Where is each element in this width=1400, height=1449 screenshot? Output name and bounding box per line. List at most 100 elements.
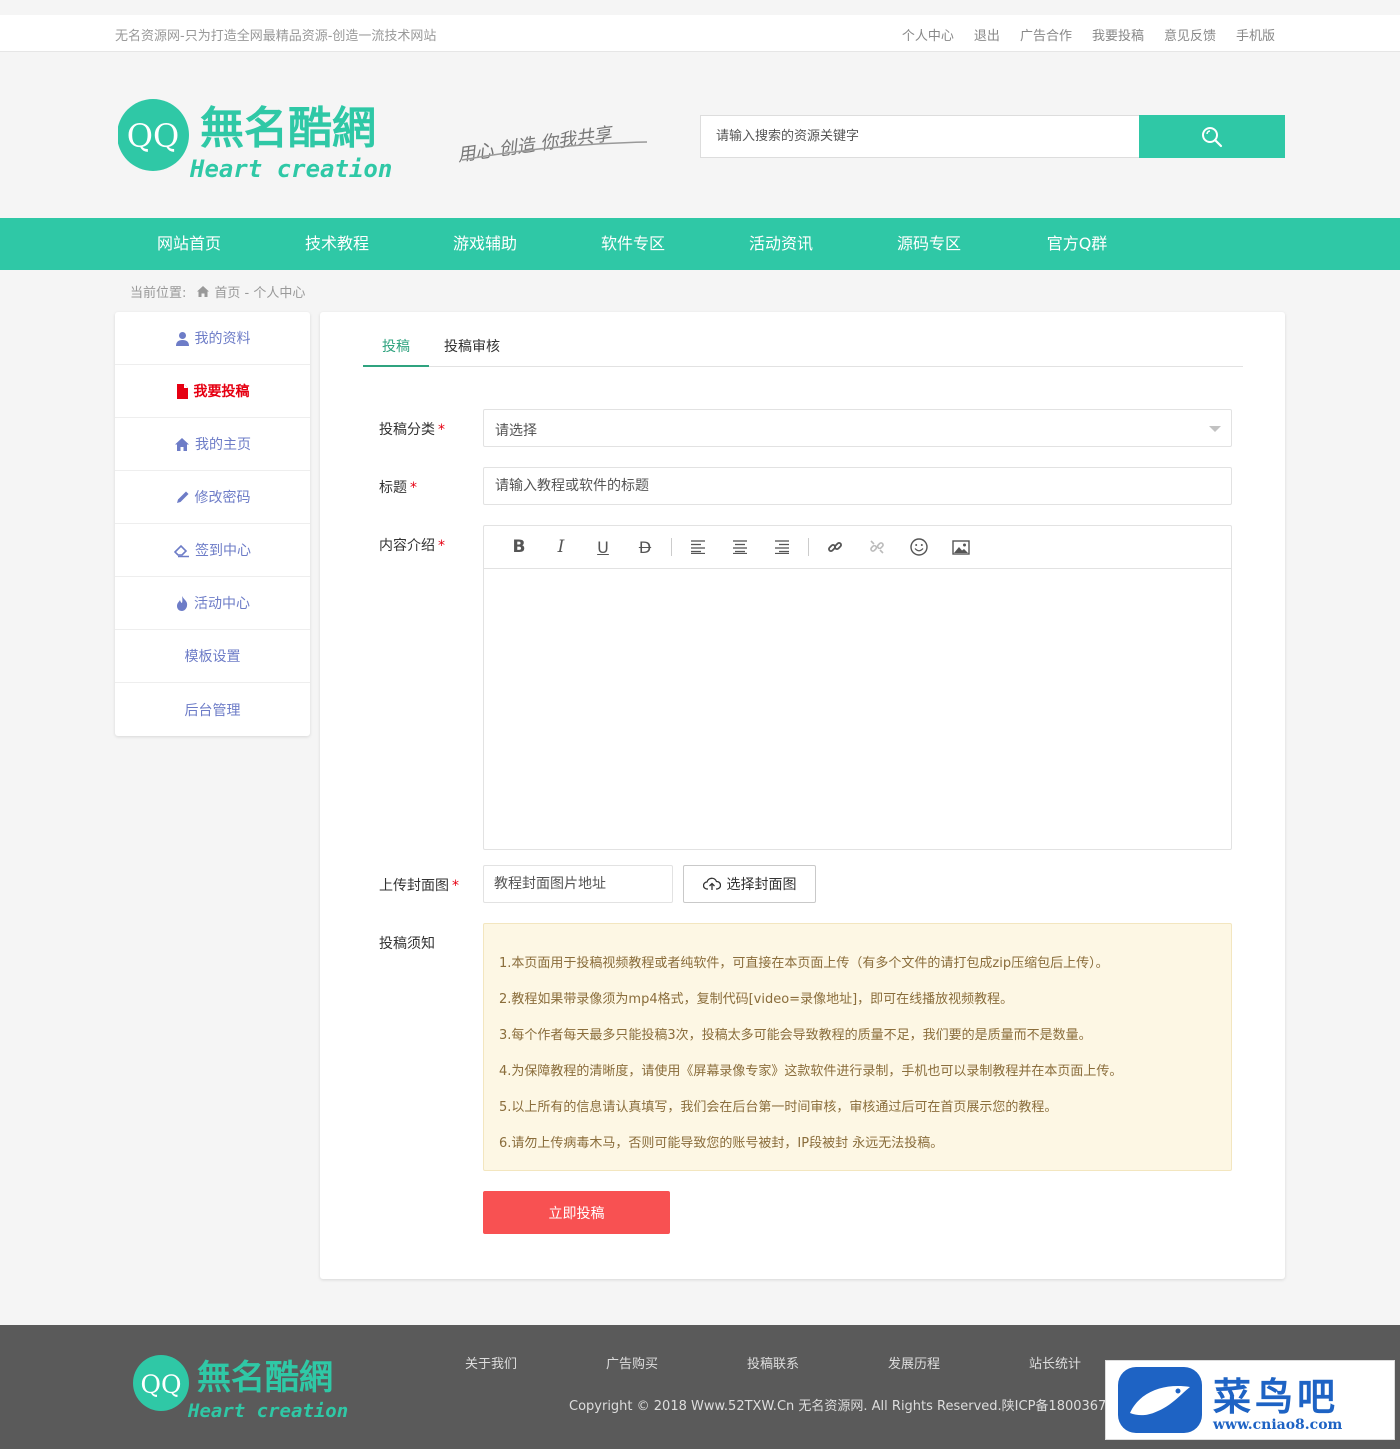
- bold-icon[interactable]: B: [498, 526, 540, 569]
- chevron-down-icon: [1209, 426, 1221, 432]
- notice-line: 3.每个作者每天最多只能投稿3次，投稿太多可能会导致教程的质量不足，我们要的是质…: [499, 1028, 1092, 1043]
- sidebar-item-label: 模板设置: [184, 649, 241, 665]
- footer-logo[interactable]: QQ 無名酷網 Heart creation: [133, 1353, 358, 1423]
- nav-qq-group[interactable]: 官方Q群: [1003, 218, 1151, 270]
- watermark-url: www.cniao8.com: [1213, 1417, 1343, 1433]
- top-link-ads[interactable]: 广告合作: [1020, 25, 1072, 44]
- breadcrumb: 当前位置: 首页 - 个人中心: [130, 282, 305, 301]
- file-icon: [176, 383, 188, 399]
- tab-review[interactable]: 投稿审核: [429, 328, 515, 367]
- top-link-mobile[interactable]: 手机版: [1236, 25, 1275, 44]
- content-label: 内容介绍 *: [379, 538, 445, 554]
- align-center-icon[interactable]: [719, 526, 761, 569]
- submit-button[interactable]: 立即投稿: [483, 1191, 670, 1234]
- notice-label: 投稿须知: [379, 936, 435, 952]
- footer-links: 关于我们 广告购买 投稿联系 发展历程 站长统计: [465, 1353, 1170, 1372]
- underline-icon[interactable]: U: [582, 526, 624, 569]
- breadcrumb-path[interactable]: 首页 - 个人中心: [214, 282, 305, 301]
- unlink-icon[interactable]: [856, 526, 898, 569]
- notice-line: 6.请勿上传病毒木马，否则可能导致您的账号被封，IP段被封 永远无法投稿。: [499, 1136, 944, 1151]
- tagline-art: 用心 创造 你我共享: [456, 123, 648, 166]
- footer-logo-subtitle: Heart creation: [187, 1400, 348, 1422]
- notice-line: 5.以上所有的信息请认真填写，我们会在后台第一时间审核，审核通过后可在首页展示您…: [499, 1100, 1058, 1115]
- notice-line: 4.为保障教程的清晰度，请使用《屏幕录像专家》这款软件进行录制，手机也可以录制教…: [499, 1064, 1123, 1079]
- strikethrough-icon[interactable]: D: [624, 526, 666, 569]
- site-slogan: 无名资源网-只为打造全网最精品资源-创造一流技术网站: [115, 29, 437, 44]
- top-link-user-center[interactable]: 个人中心: [902, 25, 954, 44]
- title-input[interactable]: [483, 467, 1232, 505]
- search-bar: [700, 115, 1285, 158]
- logo-title: 無名酷網: [200, 103, 376, 154]
- editor-content-area[interactable]: [484, 570, 1231, 849]
- footer-link-ads[interactable]: 广告购买: [606, 1353, 747, 1372]
- sidebar-item-homepage[interactable]: 我的主页: [115, 418, 310, 471]
- emoji-icon[interactable]: [898, 526, 940, 569]
- sidebar-item-label: 后台管理: [184, 702, 241, 719]
- fire-icon: [177, 595, 188, 611]
- nav-game-tools[interactable]: 游戏辅助: [411, 218, 559, 270]
- footer-link-contact[interactable]: 投稿联系: [747, 1353, 888, 1372]
- title-label: 标题 *: [379, 480, 417, 496]
- sidebar-item-template[interactable]: 模板设置: [115, 630, 310, 683]
- sidebar-item-checkin[interactable]: 签到中心: [115, 524, 310, 577]
- nav-software[interactable]: 软件专区: [559, 218, 707, 270]
- align-right-icon[interactable]: [761, 526, 803, 569]
- toolbar-divider: [808, 538, 809, 556]
- image-icon[interactable]: [940, 526, 982, 569]
- sidebar-item-label: 签到中心: [195, 543, 251, 559]
- footer-link-about[interactable]: 关于我们: [465, 1353, 606, 1372]
- site-logo[interactable]: QQ 無名酷網 Heart creation: [118, 95, 408, 185]
- sidebar-item-submit[interactable]: 我要投稿: [115, 365, 310, 418]
- sidebar-item-label: 我的资料: [194, 331, 251, 347]
- editor-toolbar: B I U D: [484, 526, 1231, 569]
- home-icon: [175, 437, 189, 451]
- submit-panel: 投稿 投稿审核 投稿分类* 请选择 标题* 内容介绍* B I U D: [320, 312, 1285, 1279]
- sidebar-item-password[interactable]: 修改密码: [115, 471, 310, 524]
- search-icon: [1202, 126, 1223, 147]
- footer-logo-title: 無名酷網: [197, 1358, 333, 1398]
- top-link-feedback[interactable]: 意见反馈: [1164, 25, 1216, 44]
- nav-home[interactable]: 网站首页: [115, 218, 263, 270]
- align-left-icon[interactable]: [677, 526, 719, 569]
- tab-submit[interactable]: 投稿: [363, 328, 429, 367]
- logo-mark: QQ: [127, 117, 179, 155]
- top-links: 个人中心 退出 广告合作 我要投稿 意见反馈 手机版: [902, 25, 1275, 44]
- category-label: 投稿分类 *: [379, 422, 445, 438]
- notice-line: 2.教程如果带录像须为mp4格式，复制代码[video=录像地址]，即可在线播放…: [499, 992, 1014, 1007]
- choose-cover-button[interactable]: 选择封面图: [683, 865, 816, 903]
- pencil-icon: [176, 491, 188, 503]
- top-bar: 无名资源网-只为打造全网最精品资源-创造一流技术网站 个人中心 退出 广告合作 …: [0, 15, 1400, 52]
- search-input[interactable]: [700, 115, 1139, 158]
- nav-source-code[interactable]: 源码专区: [855, 218, 1003, 270]
- sidebar-item-label: 活动中心: [194, 596, 250, 612]
- watermark-text: 菜鸟吧: [1213, 1374, 1340, 1419]
- footer-logo-mark: QQ: [141, 1370, 182, 1399]
- sidebar-item-admin[interactable]: 后台管理: [115, 683, 310, 736]
- main-nav: 网站首页 技术教程 游戏辅助 软件专区 活动资讯 源码专区 官方Q群: [0, 218, 1400, 270]
- top-link-submit[interactable]: 我要投稿: [1092, 25, 1144, 44]
- home-icon: [197, 286, 210, 297]
- sidebar-item-label: 修改密码: [194, 490, 251, 506]
- sidebar-item-activity[interactable]: 活动中心: [115, 577, 310, 630]
- cover-url-input[interactable]: [483, 865, 673, 903]
- upload-cloud-icon: [702, 877, 721, 890]
- top-link-logout[interactable]: 退出: [974, 25, 1000, 44]
- cover-label: 上传封面图 *: [379, 878, 459, 894]
- tab-bar: 投稿 投稿审核: [363, 328, 1243, 367]
- notice-line: 1.本页面用于投稿视频教程或者纯软件，可直接在本页面上传（有多个文件的请打包成z…: [499, 956, 1109, 971]
- user-icon: [175, 331, 189, 346]
- italic-icon[interactable]: I: [540, 526, 582, 569]
- category-value: 请选择: [495, 423, 537, 439]
- sidebar-item-profile[interactable]: 我的资料: [115, 312, 310, 365]
- choose-cover-label: 选择封面图: [726, 877, 797, 893]
- sidebar-item-label: 我要投稿: [193, 384, 250, 400]
- search-button[interactable]: [1139, 115, 1285, 158]
- sidebar-item-label: 我的主页: [195, 437, 251, 453]
- breadcrumb-prefix: 当前位置:: [130, 286, 187, 301]
- nav-events[interactable]: 活动资讯: [707, 218, 855, 270]
- footer-link-history[interactable]: 发展历程: [888, 1353, 1029, 1372]
- category-select[interactable]: 请选择: [483, 409, 1232, 447]
- link-icon[interactable]: [814, 526, 856, 569]
- nav-tutorials[interactable]: 技术教程: [263, 218, 411, 270]
- user-sidebar: 我的资料 我要投稿 我的主页 修改密码 签到中心 活动中心 模板设置 后台管理: [115, 312, 310, 736]
